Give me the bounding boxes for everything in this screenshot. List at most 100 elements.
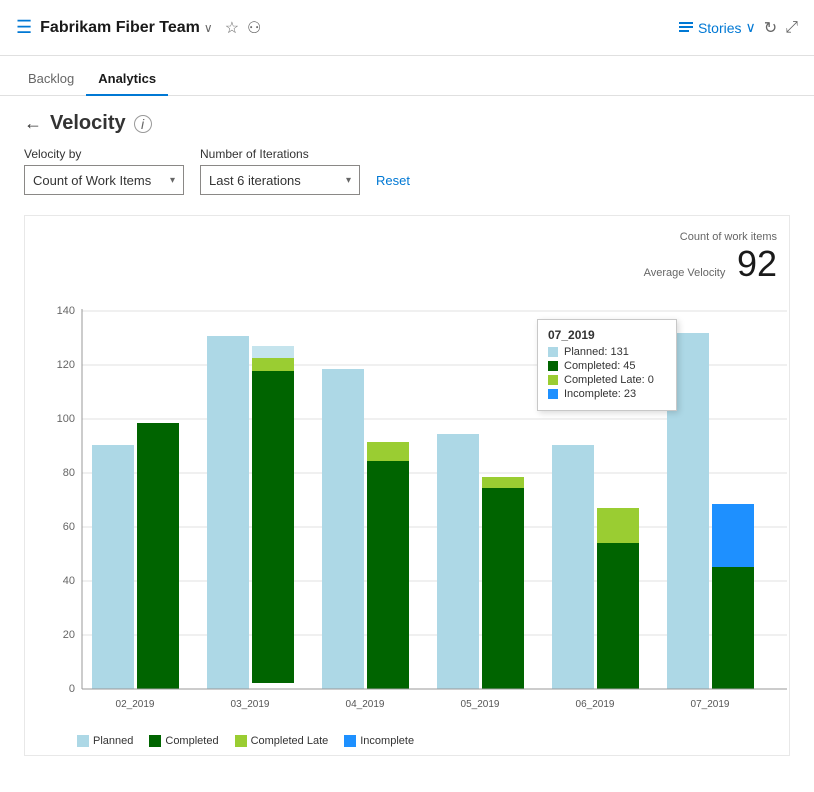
chart-container: Count of work itemsAverage Velocity 92 0… [24,215,790,756]
legend-completed-label: Completed [165,735,218,747]
legend-planned-label: Planned [93,735,133,747]
page-header-row: ← Velocity i [24,112,790,135]
velocity-by-filter: Velocity by Count of Work Items ▾ [24,147,184,195]
tooltip-planned-label: Planned: 131 [564,346,629,358]
bar-planned-02-2019 [92,445,134,689]
iterations-filter: Number of Iterations Last 6 iterations ▾ [200,147,360,195]
page-title: Velocity [50,112,126,135]
back-button[interactable]: ← [24,113,42,134]
svg-text:03_2019: 03_2019 [231,699,270,710]
bar-incomplete-03-2019 [252,346,294,358]
legend-incomplete-swatch [344,735,356,747]
stories-chevron-icon: ∨ [746,19,756,36]
tooltip-row-planned: Planned: 131 [548,346,666,358]
bar-group-05-2019[interactable]: 05_2019 [437,434,524,710]
svg-text:20: 20 [63,629,75,641]
bar-completed-02-2019 [137,423,179,689]
tooltip-incomplete-swatch [548,389,558,399]
velocity-by-select[interactable]: Count of Work Items ▾ [24,165,184,195]
bar-group-07-2019[interactable]: 07_2019 [667,333,754,710]
content-area: ← Velocity i Velocity by Count of Work I… [0,96,814,772]
legend-completed: Completed [149,735,218,747]
tooltip-incomplete-label: Incomplete: 23 [564,388,636,400]
nav-tabs: Backlog Analytics [0,56,814,96]
stories-icon [678,20,694,36]
bar-completed-late-06-2019 [597,508,639,543]
bar-completed-03-2019 [252,371,294,683]
tooltip-completed-label: Completed: 45 [564,360,636,372]
velocity-by-value: Count of Work Items [33,173,151,188]
team-members-icon[interactable]: ⚇ [247,18,261,38]
velocity-by-label: Velocity by [24,147,184,161]
bar-planned-05-2019 [437,434,479,689]
header-actions: Stories ∨ ↻ ⤢ [678,18,798,38]
iterations-chevron-icon: ▾ [346,175,351,186]
bar-completed-06-2019 [597,543,639,689]
tooltip-row-incomplete: Incomplete: 23 [548,388,666,400]
iterations-select[interactable]: Last 6 iterations ▾ [200,165,360,195]
team-name: Fabrikam Fiber Team [40,19,200,37]
app-icon: ☰ [16,17,32,38]
tooltip-row-completed-late: Completed Late: 0 [548,374,666,386]
bar-completed-late-05-2019 [482,477,524,488]
iterations-value: Last 6 iterations [209,173,301,188]
team-chevron-icon[interactable]: ∨ [204,21,213,35]
refresh-icon[interactable]: ↻ [764,18,777,38]
legend-incomplete: Incomplete [344,735,414,747]
bar-group-02-2019[interactable]: 02_2019 [92,423,179,710]
bar-completed-05-2019 [482,488,524,689]
tab-backlog[interactable]: Backlog [16,63,86,96]
bar-group-04-2019[interactable]: 04_2019 [322,369,409,710]
chart-tooltip: 07_2019 Planned: 131 Completed: 45 Compl… [537,319,677,411]
chart-meta: Count of work itemsAverage Velocity 92 [37,228,777,285]
header: ☰ Fabrikam Fiber Team ∨ ☆ ⚇ Stories ∨ ↻ … [0,0,814,56]
svg-text:04_2019: 04_2019 [346,699,385,710]
legend-completed-late: Completed Late [235,735,329,747]
reset-button[interactable]: Reset [376,165,410,195]
svg-text:02_2019: 02_2019 [116,699,155,710]
legend-planned: Planned [77,735,133,747]
chart-meta-value: 92 [737,243,777,284]
tooltip-completed-late-swatch [548,375,558,385]
stories-button[interactable]: Stories ∨ [678,19,756,36]
legend-completed-late-label: Completed Late [251,735,329,747]
help-icon[interactable]: i [134,115,152,133]
bar-completed-07-2019 [712,567,754,689]
filters-row: Velocity by Count of Work Items ▾ Number… [24,147,790,195]
tooltip-completed-swatch [548,361,558,371]
iterations-label: Number of Iterations [200,147,360,161]
svg-text:100: 100 [57,413,75,425]
legend-completed-late-swatch [235,735,247,747]
bar-planned-04-2019 [322,369,364,689]
svg-text:05_2019: 05_2019 [461,699,500,710]
svg-text:0: 0 [69,683,75,695]
tooltip-planned-swatch [548,347,558,357]
svg-text:07_2019: 07_2019 [691,699,730,710]
svg-text:80: 80 [63,467,75,479]
legend-completed-swatch [149,735,161,747]
tooltip-title: 07_2019 [548,328,666,342]
bar-completed-04-2019 [367,461,409,689]
tab-analytics[interactable]: Analytics [86,63,168,96]
svg-text:60: 60 [63,521,75,533]
expand-icon[interactable]: ⤢ [785,19,798,37]
chart-legend: Planned Completed Completed Late Incompl… [37,735,777,747]
bar-planned-03-2019 [207,336,249,689]
svg-text:06_2019: 06_2019 [576,699,615,710]
tooltip-row-completed: Completed: 45 [548,360,666,372]
legend-incomplete-label: Incomplete [360,735,414,747]
favorite-icon[interactable]: ☆ [225,18,239,38]
bar-incomplete-07-2019 [712,504,754,567]
chart-svg-wrapper: 07_2019 Planned: 131 Completed: 45 Compl… [37,289,777,729]
bar-group-03-2019[interactable]: 03_2019 [207,336,294,710]
svg-text:140: 140 [57,305,75,317]
velocity-by-chevron-icon: ▾ [170,175,175,186]
bar-planned-06-2019 [552,445,594,689]
bar-completed-late-03-2019 [252,358,294,371]
bar-completed-late-04-2019 [367,442,409,461]
tooltip-completed-late-label: Completed Late: 0 [564,374,654,386]
svg-text:40: 40 [63,575,75,587]
svg-text:120: 120 [57,359,75,371]
legend-planned-swatch [77,735,89,747]
bar-group-06-2019[interactable]: 06_2019 [552,445,639,710]
